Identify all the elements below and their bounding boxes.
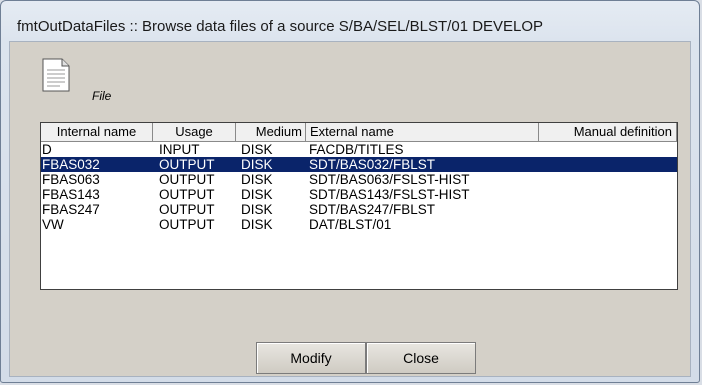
cell-usage: OUTPUT (159, 202, 215, 217)
cell-external-name: FACDB/TITLES (309, 142, 404, 157)
cell-external-name: DAT/BLST/01 (309, 217, 392, 232)
cell-internal-name: FBAS247 (42, 202, 100, 217)
table-row[interactable]: FBAS143 OUTPUT DISK SDT/BAS143/FSLST-HIST (41, 187, 677, 202)
cell-external-name: SDT/BAS143/FSLST-HIST (309, 187, 470, 202)
cell-internal-name: VW (42, 217, 64, 232)
file-label: File (92, 89, 112, 103)
list-header: Internal name Usage Medium External name… (41, 123, 677, 142)
file-icon[interactable] (42, 58, 70, 92)
cell-external-name: SDT/BAS032/FBLST (309, 157, 436, 172)
table-row[interactable]: FBAS247 OUTPUT DISK SDT/BAS247/FBLST (41, 202, 677, 217)
table-row[interactable]: FBAS032 OUTPUT DISK SDT/BAS032/FBLST (41, 157, 677, 172)
cell-external-name: SDT/BAS063/FSLST-HIST (309, 172, 470, 187)
column-header-usage[interactable]: Usage (153, 123, 236, 142)
cell-usage: OUTPUT (159, 172, 215, 187)
modify-button[interactable]: Modify (256, 342, 366, 374)
data-files-list[interactable]: Internal name Usage Medium External name… (40, 122, 678, 290)
cell-medium: DISK (241, 157, 273, 172)
close-button[interactable]: Close (366, 342, 476, 374)
cell-external-name: SDT/BAS247/FBLST (309, 202, 436, 217)
dialog-window: fmtOutDataFiles :: Browse data files of … (0, 0, 700, 383)
table-row[interactable]: FBAS063 OUTPUT DISK SDT/BAS063/FSLST-HIST (41, 172, 677, 187)
cell-internal-name: FBAS143 (42, 187, 100, 202)
cell-medium: DISK (241, 217, 273, 232)
cell-usage: OUTPUT (159, 187, 215, 202)
column-header-external-name[interactable]: External name (306, 123, 539, 142)
cell-usage: OUTPUT (159, 217, 215, 232)
column-header-internal-name[interactable]: Internal name (41, 123, 153, 142)
cell-usage: INPUT (159, 142, 200, 157)
table-row[interactable]: VW OUTPUT DISK DAT/BLST/01 (41, 217, 677, 232)
cell-internal-name: FBAS063 (42, 172, 100, 187)
cell-medium: DISK (241, 172, 273, 187)
dialog-body: File Internal name Usage Medium External… (9, 41, 691, 377)
cell-medium: DISK (241, 202, 273, 217)
window-title: fmtOutDataFiles :: Browse data files of … (17, 18, 544, 35)
column-header-manual-definition[interactable]: Manual definition (539, 123, 677, 142)
cell-internal-name: D (42, 142, 52, 157)
list-rows: D INPUT DISK FACDB/TITLES FBAS032 OUTPUT DISK S… (41, 142, 677, 232)
title-bar[interactable]: fmtOutDataFiles :: Browse data files of … (7, 5, 693, 45)
cell-medium: DISK (241, 187, 273, 202)
table-row[interactable]: D INPUT DISK FACDB/TITLES (41, 142, 677, 157)
cell-usage: OUTPUT (159, 157, 215, 172)
cell-medium: DISK (241, 142, 273, 157)
cell-internal-name: FBAS032 (42, 157, 100, 172)
column-header-medium[interactable]: Medium (236, 123, 306, 142)
